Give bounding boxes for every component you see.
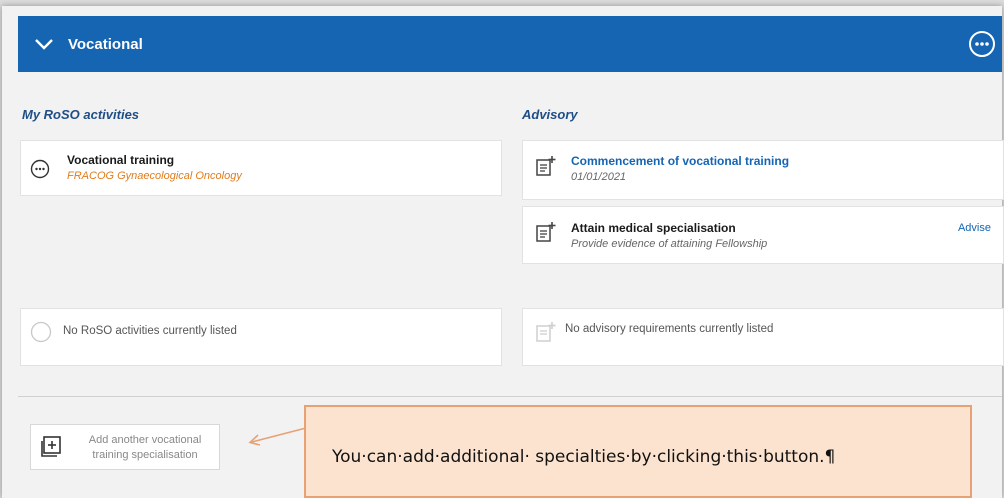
commencement-card[interactable]: Commencement of vocational training 01/0… [522,140,1004,200]
vocational-training-title: Vocational training [67,153,175,167]
advisory-empty-text: No advisory requirements currently liste… [565,323,774,335]
vocational-training-subtitle: FRACOG Gynaecological Oncology [67,170,242,182]
chevron-down-icon[interactable] [32,32,56,56]
advisory-empty-card: No advisory requirements currently liste… [522,308,1004,366]
section-divider [18,396,1002,397]
more-options-icon[interactable] [968,30,996,58]
attain-title: Attain medical specialisation [571,221,736,235]
roso-empty-text: No RoSO activities currently listed [63,325,237,337]
attain-specialisation-card[interactable]: Attain medical specialisation Provide ev… [522,206,1004,264]
advise-link[interactable]: Advise [958,222,991,234]
advisory-heading: Advisory [522,107,578,122]
vocational-section-header[interactable]: Vocational [18,16,1002,72]
commencement-date: 01/01/2021 [571,171,627,183]
roso-empty-card: No RoSO activities currently listed [20,308,502,366]
document-plus-icon [536,322,556,342]
callout-text: You·can·add·additional· specialties·by·c… [332,447,836,467]
vocational-training-card[interactable]: Vocational training FRACOG Gynaecologica… [20,140,502,196]
document-plus-icon [536,222,556,242]
add-square-icon [41,436,61,457]
roso-activities-heading: My RoSO activities [22,107,140,122]
ellipsis-circle-icon [30,159,50,179]
document-plus-icon [536,156,556,176]
annotation-callout: You·can·add·additional· specialties·by·c… [304,405,972,498]
empty-circle-icon [30,321,52,343]
add-specialisation-label: Add another vocational training speciali… [88,434,202,461]
add-specialisation-button[interactable]: Add another vocational training speciali… [30,424,220,470]
commencement-title[interactable]: Commencement of vocational training [571,154,789,168]
attain-subtitle: Provide evidence of attaining Fellowship [571,238,768,250]
callout-arrow [248,427,307,446]
section-title: Vocational [68,35,143,53]
